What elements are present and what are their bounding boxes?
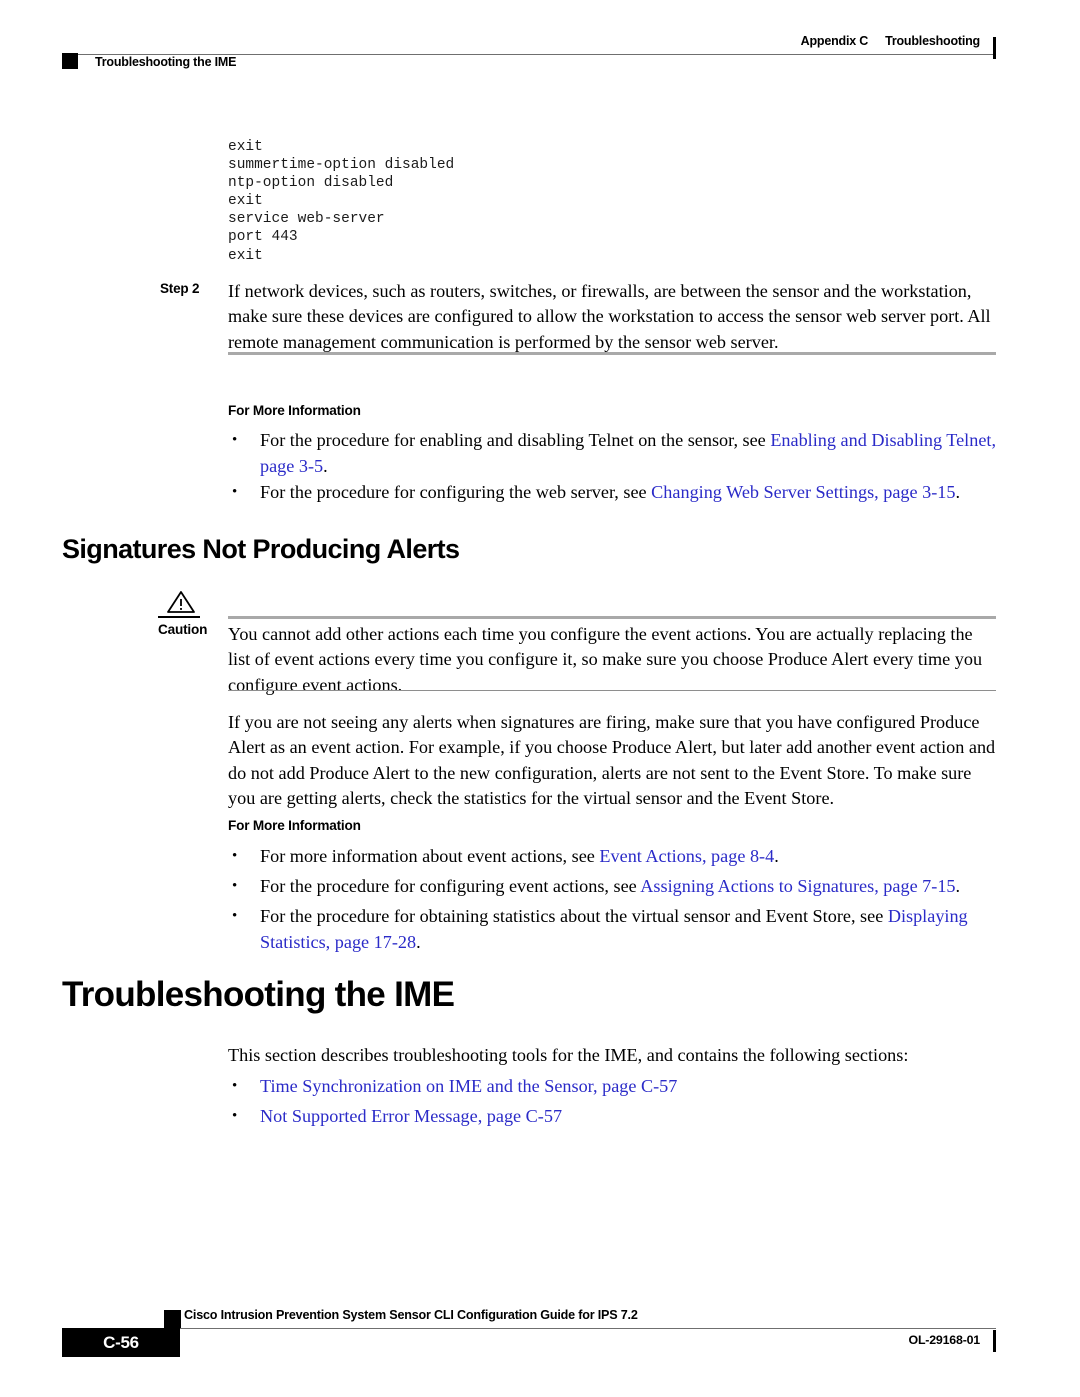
warning-triangle-icon: [166, 590, 196, 614]
bullet-glyph: •: [232, 1078, 238, 1094]
list-item-tail: .: [416, 931, 421, 952]
intro-paragraph: This section describes troubleshooting t…: [228, 1045, 909, 1065]
step-divider-rule: [228, 352, 996, 355]
list-item-text: For the procedure for configuring event …: [260, 874, 998, 900]
cross-reference-link[interactable]: Not Supported Error Message, page C-57: [260, 1106, 562, 1126]
footer-page-number: C-56: [103, 1333, 139, 1352]
header-appendix-label: Appendix C: [800, 34, 869, 48]
header-section-label: Troubleshooting: [885, 34, 980, 48]
list-item-lead: For the procedure for configuring event …: [260, 876, 641, 896]
section-heading: Signatures Not Producing Alerts: [62, 534, 460, 564]
header-marker-square-icon: [62, 53, 78, 69]
list-item-lead: For the procedure for configuring the we…: [260, 482, 652, 502]
page-footer: Cisco Intrusion Prevention System Sensor…: [62, 1300, 996, 1360]
list-item: • For the procedure for configuring the …: [232, 480, 998, 506]
header-running-head: Appendix C Troubleshooting: [800, 34, 981, 48]
footer-rule: [62, 1328, 996, 1329]
step-label: Step 2: [160, 281, 200, 296]
list-item-text: Not Supported Error Message, page C-57: [260, 1104, 998, 1130]
list-item-lead: For the procedure for enabling and disab…: [260, 430, 771, 450]
list-item-text: For the procedure for enabling and disab…: [260, 428, 998, 479]
cross-reference-link[interactable]: Changing Web Server Settings, page 3-15: [651, 482, 955, 502]
list-item-lead: For the procedure for obtaining statisti…: [260, 906, 888, 926]
chapter-heading: Troubleshooting the IME: [62, 975, 455, 1014]
cross-reference-link[interactable]: Assigning Actions to Signatures, page 7-…: [640, 876, 955, 896]
bullet-glyph: •: [232, 484, 238, 500]
list-item: • For the procedure for obtaining statis…: [232, 904, 998, 955]
bullet-glyph: •: [232, 878, 238, 894]
step-body-text: If network devices, such as routers, swi…: [228, 281, 991, 352]
bullet-glyph: •: [232, 908, 238, 924]
header-topic-title: Troubleshooting the IME: [95, 55, 237, 69]
for-more-information-heading-2: For More Information: [228, 818, 361, 833]
list-item-text: For the procedure for configuring the we…: [260, 480, 998, 506]
caution-bottom-rule: [228, 690, 996, 691]
caution-top-rule: [228, 616, 996, 619]
bullet-glyph: •: [232, 1108, 238, 1124]
list-item-tail: .: [774, 846, 779, 866]
step-2: Step 2 If network devices, such as route…: [160, 279, 998, 355]
cross-reference-link[interactable]: Event Actions, page 8-4: [599, 846, 774, 866]
list-item-tail: .: [955, 482, 961, 502]
footer-marker-square-icon: [164, 1310, 181, 1328]
list-item: • For more information about event actio…: [232, 844, 998, 870]
body-paragraph: If you are not seeing any alerts when si…: [228, 712, 996, 809]
footer-document-title: Cisco Intrusion Prevention System Sensor…: [184, 1308, 638, 1322]
footer-change-bar: [993, 1330, 996, 1352]
list-item-text: Time Synchronization on IME and the Sens…: [260, 1074, 998, 1100]
list-item: • For the procedure for enabling and dis…: [232, 428, 998, 479]
list-item: • For the procedure for configuring even…: [232, 874, 998, 900]
list-item-text: For the procedure for obtaining statisti…: [260, 904, 998, 955]
list-item-tail: .: [955, 876, 961, 896]
footer-doc-id: OL-29168-01: [908, 1333, 981, 1347]
bullet-glyph: •: [232, 432, 238, 448]
caution-label: Caution: [158, 622, 208, 637]
header-change-bar: [993, 37, 996, 59]
page-header: Appendix C Troubleshooting Troubleshootin…: [62, 34, 996, 76]
for-more-information-heading-1: For More Information: [228, 403, 361, 418]
document-page: Appendix C Troubleshooting Troubleshootin…: [0, 0, 1080, 1397]
bullet-glyph: •: [232, 848, 238, 864]
list-item: • Time Synchronization on IME and the Se…: [232, 1074, 998, 1100]
cli-code-block: exit summertime-option disabled ntp-opti…: [228, 139, 455, 264]
cross-reference-link[interactable]: Time Synchronization on IME and the Sens…: [260, 1076, 677, 1096]
caution-body-text: You cannot add other actions each time y…: [228, 624, 983, 695]
caution-icon-rule: [158, 616, 200, 618]
list-item-tail: .: [323, 455, 328, 476]
list-item: • Not Supported Error Message, page C-57: [232, 1104, 998, 1130]
list-item-text: For more information about event actions…: [260, 844, 998, 870]
list-item-lead: For more information about event actions…: [260, 846, 600, 866]
